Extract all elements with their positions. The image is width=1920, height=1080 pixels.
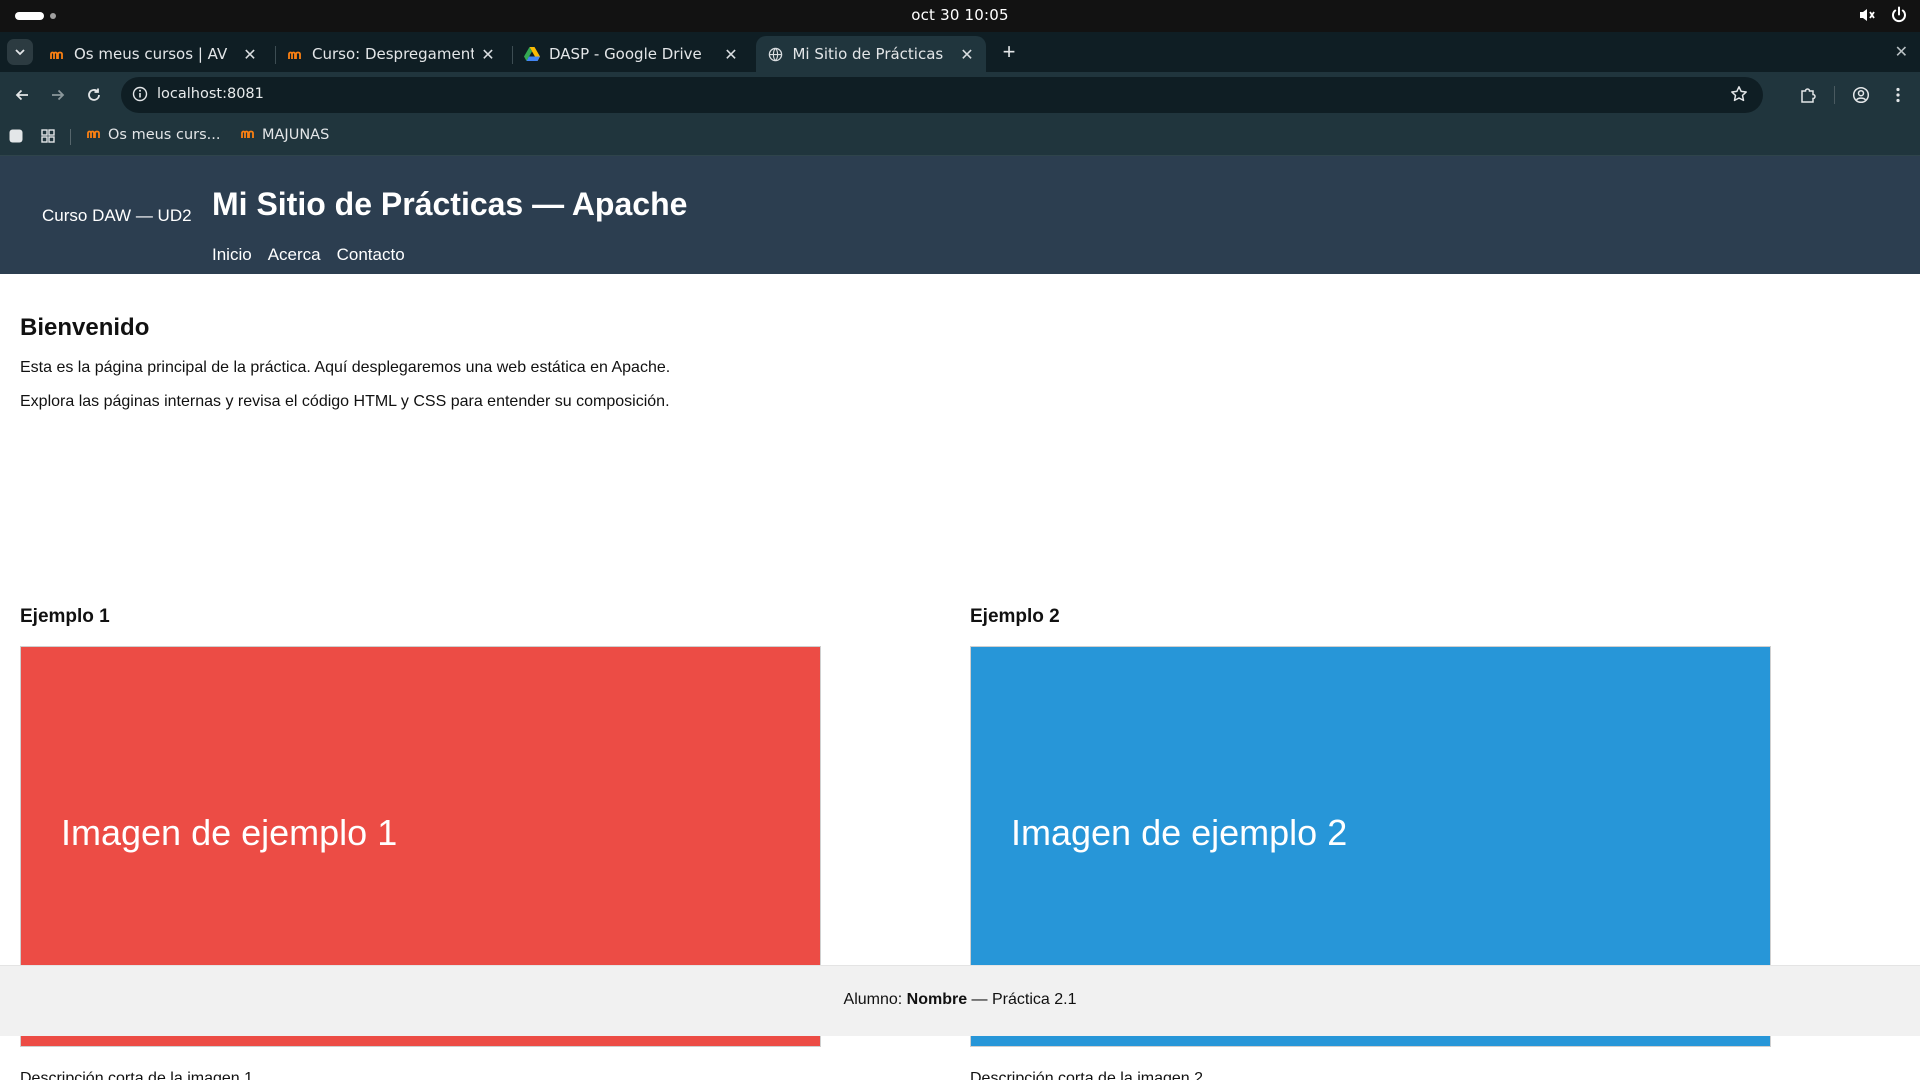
image-placeholder-text: Imagen de ejemplo 2 xyxy=(1011,812,1348,853)
intro-paragraph-1: Esta es la página principal de la prácti… xyxy=(20,359,671,376)
site-title: Mi Sitio de Prácticas — Apache xyxy=(212,186,688,222)
forward-arrow-icon[interactable] xyxy=(46,83,70,107)
site-header: Curso DAW — UD2 Mi Sitio de Prácticas — … xyxy=(0,156,1920,274)
tab-title: DASP - Google Drive xyxy=(549,45,702,63)
google-drive-icon xyxy=(524,46,540,62)
footer-prefix: Alumno: xyxy=(843,991,907,1008)
toolbar-divider xyxy=(1834,86,1835,104)
nav-link-acerca[interactable]: Acerca xyxy=(268,245,321,265)
new-tab-icon[interactable]: + xyxy=(997,41,1021,65)
tab-strip: Os meus cursos | AV ✕ Curso: Despregamen… xyxy=(0,32,1920,72)
profile-avatar-icon[interactable] xyxy=(1849,83,1873,107)
bookmarks-divider xyxy=(70,129,71,145)
footer-student-name: Nombre xyxy=(906,991,968,1008)
example-title: Ejemplo 2 xyxy=(970,606,1060,627)
moodle-icon xyxy=(49,46,65,62)
system-tray[interactable] xyxy=(1858,6,1908,28)
system-clock[interactable]: oct 30 10:05 xyxy=(0,6,1920,24)
moodle-icon xyxy=(240,127,256,143)
bookmark-star-icon[interactable] xyxy=(1730,85,1748,108)
extensions-puzzle-icon[interactable] xyxy=(1796,83,1820,107)
site-nav: Inicio Acerca Contacto xyxy=(212,245,405,265)
browser-toolbar: localhost:8081 xyxy=(0,72,1920,118)
close-tab-icon[interactable]: ✕ xyxy=(479,45,497,64)
example-title: Ejemplo 1 xyxy=(20,606,110,627)
close-tab-icon[interactable]: ✕ xyxy=(241,45,259,64)
tab-title: Mi Sitio de Prácticas xyxy=(792,45,944,63)
system-top-bar: oct 30 10:05 xyxy=(0,0,1920,32)
example-card-2: Ejemplo 2 Imagen de ejemplo 2 Descripció… xyxy=(970,606,1772,1080)
tab-moodle-course[interactable]: Curso: Despregamento ✕ xyxy=(275,36,507,72)
tab-mi-sitio-active[interactable]: Mi Sitio de Prácticas ✕ xyxy=(756,36,986,72)
tab-google-drive[interactable]: DASP - Google Drive ✕ xyxy=(512,36,750,72)
moodle-icon xyxy=(287,46,303,62)
tab-title: Curso: Despregamento xyxy=(312,45,474,63)
window-close-icon[interactable]: ✕ xyxy=(1895,42,1908,62)
url-text[interactable]: localhost:8081 xyxy=(157,86,264,102)
apps-grid-icon[interactable] xyxy=(39,127,57,145)
site-info-icon[interactable] xyxy=(132,86,148,107)
reload-icon[interactable] xyxy=(82,83,106,107)
nav-link-contacto[interactable]: Contacto xyxy=(337,245,405,265)
power-icon[interactable] xyxy=(1890,6,1908,28)
main-content: Bienvenido Esta es la página principal d… xyxy=(20,314,1900,1080)
image-placeholder-text: Imagen de ejemplo 1 xyxy=(61,812,398,853)
tab-moodle-courses[interactable]: Os meus cursos | AV ✕ xyxy=(37,36,269,72)
tab-search-button[interactable] xyxy=(7,39,33,65)
footer-suffix: — Práctica 2.1 xyxy=(967,991,1077,1008)
address-bar[interactable]: localhost:8081 xyxy=(121,77,1763,113)
close-tab-icon[interactable]: ✕ xyxy=(722,45,740,64)
page-viewport: Curso DAW — UD2 Mi Sitio de Prácticas — … xyxy=(0,156,1920,1080)
close-tab-icon[interactable]: ✕ xyxy=(958,45,976,64)
tab-title: Os meus cursos | AV xyxy=(74,45,228,63)
course-label: Curso DAW — UD2 xyxy=(42,206,192,225)
nav-link-inicio[interactable]: Inicio xyxy=(212,245,252,265)
tab-group-icon[interactable] xyxy=(7,127,25,145)
bookmarks-bar: Os meus curs... MAJUNAS xyxy=(0,118,1920,156)
bookmark-label: MAJUNAS xyxy=(262,127,330,143)
bookmark-majunas[interactable]: MAJUNAS xyxy=(240,127,329,143)
volume-muted-icon[interactable] xyxy=(1858,6,1876,28)
chevron-down-icon xyxy=(15,49,25,56)
moodle-icon xyxy=(86,127,102,143)
example-caption: Descripción corta de la imagen 1. xyxy=(20,1070,258,1080)
kebab-menu-icon[interactable] xyxy=(1886,83,1910,107)
site-footer: Alumno: Nombre — Práctica 2.1 xyxy=(0,965,1920,1036)
example-card-1: Ejemplo 1 Imagen de ejemplo 1 Descripció… xyxy=(20,606,822,1080)
welcome-heading: Bienvenido xyxy=(20,314,150,341)
intro-paragraph-2: Explora las páginas internas y revisa el… xyxy=(20,393,670,410)
bookmark-label: Os meus curs... xyxy=(108,127,221,143)
example-caption: Descripción corta de la imagen 2. xyxy=(970,1070,1208,1080)
bookmark-os-meus-cursos[interactable]: Os meus curs... xyxy=(86,127,220,143)
globe-icon xyxy=(768,46,783,62)
back-arrow-icon[interactable] xyxy=(10,83,34,107)
